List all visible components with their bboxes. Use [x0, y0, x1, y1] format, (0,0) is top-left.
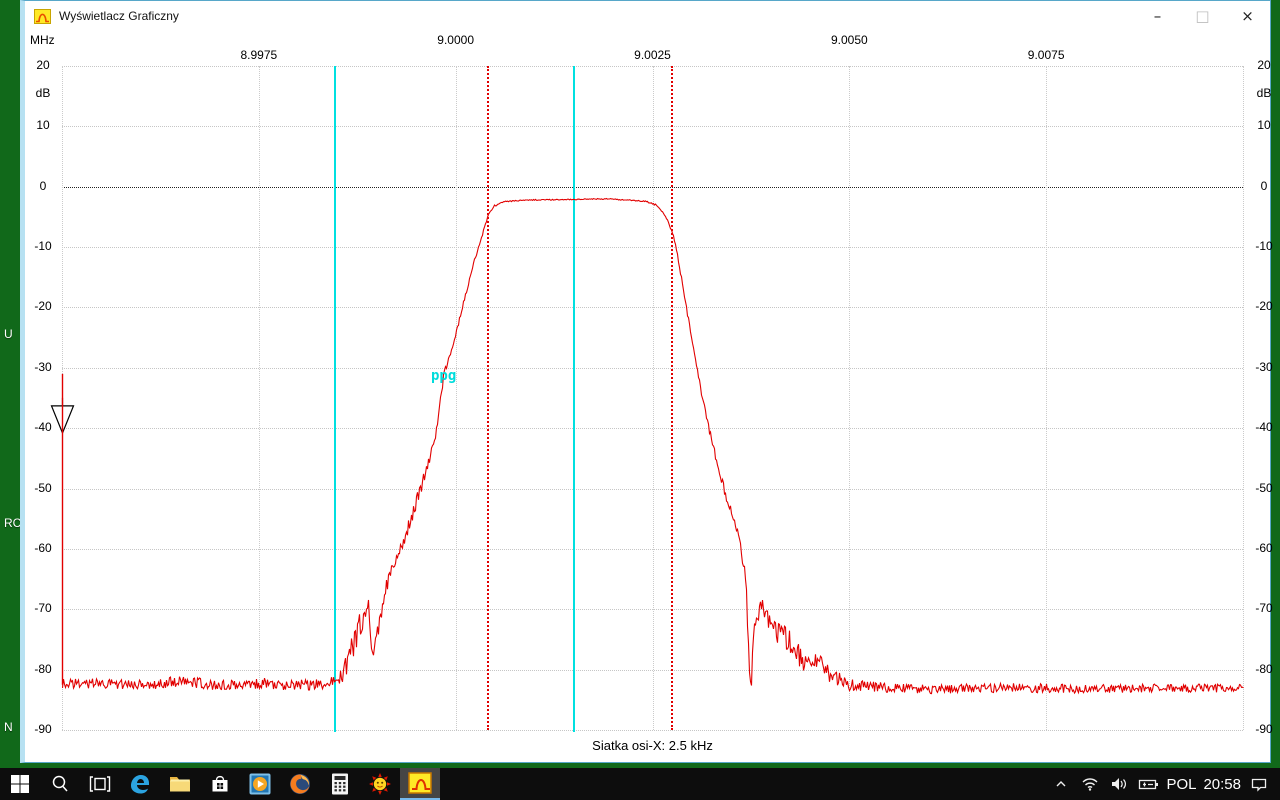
x-tick-label: 9.0000	[424, 33, 488, 47]
sun-app-icon	[368, 772, 392, 796]
clock[interactable]: 20:58	[1203, 776, 1241, 793]
y-tick-label-right: -40	[1247, 420, 1280, 434]
y-unit-label-right: dB	[1247, 86, 1280, 100]
y-tick-label-right: 20	[1247, 58, 1280, 72]
h-gridline	[62, 730, 1243, 731]
system-tray: POL 20:58	[1050, 768, 1280, 800]
y-tick-label-right: -80	[1247, 662, 1280, 676]
y-unit-label-left: dB	[26, 86, 60, 100]
y-tick-label-left: -40	[26, 420, 60, 434]
red-dotted-marker-line	[487, 66, 489, 730]
x-tick-label: 9.0075	[1014, 48, 1078, 62]
v-gridline	[1243, 66, 1244, 730]
y-tick-label-right: -20	[1247, 299, 1280, 313]
taskbar-button-firefox[interactable]	[280, 768, 320, 800]
windows-start-icon	[9, 773, 31, 795]
y-tick-label-right: -90	[1247, 722, 1280, 736]
y-tick-label-left: -60	[26, 541, 60, 555]
v-gridline	[259, 66, 260, 730]
wifi-icon[interactable]	[1079, 768, 1101, 800]
store-icon	[209, 773, 231, 795]
taskbar-button-calculator[interactable]	[320, 768, 360, 800]
y-tick-label-right: 0	[1247, 179, 1280, 193]
taskbar-button-windows-start[interactable]	[0, 768, 40, 800]
y-tick-label-right: -60	[1247, 541, 1280, 555]
cyan-marker-line[interactable]	[573, 66, 575, 732]
grid-step-label: Siatka osi-X: 2.5 kHz	[62, 738, 1243, 753]
y-tick-label-right: 10	[1247, 118, 1280, 132]
y-tick-label-left: 10	[26, 118, 60, 132]
taskbar-button-task-view[interactable]	[80, 768, 120, 800]
taskbar-button-file-explorer[interactable]	[160, 768, 200, 800]
y-tick-label-left: -10	[26, 239, 60, 253]
taskbar: POL 20:58	[0, 768, 1280, 800]
graph-app-icon	[408, 772, 432, 794]
x-tick-label: 8.9975	[227, 48, 291, 62]
calculator-icon	[330, 772, 350, 796]
tray-chevron-up-icon[interactable]	[1050, 768, 1072, 800]
app-window: Wyświetlacz Graficzny – □ × MHz dB dB 8.…	[20, 0, 1271, 763]
y-tick-label-right: -50	[1247, 481, 1280, 495]
y-tick-label-left: 20	[26, 58, 60, 72]
x-tick-label: 9.0050	[817, 33, 881, 47]
taskbar-button-search[interactable]	[40, 768, 80, 800]
cursor-readout-label: ppg	[431, 368, 456, 384]
y-tick-label-right: -30	[1247, 360, 1280, 374]
battery-icon[interactable]	[1137, 768, 1159, 800]
y-tick-label-left: -50	[26, 481, 60, 495]
desktop: URCIN Wyświetlacz Graficzny – □ × MHz dB…	[0, 0, 1280, 800]
firefox-icon	[288, 772, 312, 796]
v-gridline	[62, 66, 63, 730]
media-player-icon	[248, 772, 272, 796]
v-gridline	[456, 66, 457, 730]
v-gridline	[653, 66, 654, 730]
taskbar-button-edge[interactable]	[120, 768, 160, 800]
taskbar-button-media-player[interactable]	[240, 768, 280, 800]
y-tick-label-right: -70	[1247, 601, 1280, 615]
y-tick-label-left: -20	[26, 299, 60, 313]
y-tick-label-left: -30	[26, 360, 60, 374]
taskbar-button-graph-app[interactable]	[400, 768, 440, 800]
taskbar-button-store[interactable]	[200, 768, 240, 800]
task-view-icon	[89, 774, 111, 794]
y-tick-label-left: -80	[26, 662, 60, 676]
search-icon	[50, 774, 70, 794]
v-gridline	[849, 66, 850, 730]
spectrum-trace	[25, 1, 1276, 764]
x-tick-label: 9.0025	[621, 48, 685, 62]
y-tick-label-left: 0	[26, 179, 60, 193]
language-indicator[interactable]: POL	[1166, 776, 1196, 793]
taskbar-button-sun-app[interactable]	[360, 768, 400, 800]
v-gridline	[1046, 66, 1047, 730]
y-tick-label-right: -10	[1247, 239, 1280, 253]
cyan-marker-line[interactable]	[334, 66, 336, 732]
y-tick-label-left: -90	[26, 722, 60, 736]
action-center-icon[interactable]	[1248, 768, 1270, 800]
red-dotted-marker-line	[671, 66, 673, 730]
volume-icon[interactable]	[1108, 768, 1130, 800]
taskbar-buttons	[0, 768, 440, 800]
file-explorer-icon	[168, 774, 192, 794]
plot-area: MHz dB dB 8.99759.00009.00259.00509.0075…	[25, 1, 1270, 762]
edge-icon	[128, 772, 152, 796]
y-tick-label-left: -70	[26, 601, 60, 615]
x-unit-label-left: MHz	[30, 33, 55, 47]
